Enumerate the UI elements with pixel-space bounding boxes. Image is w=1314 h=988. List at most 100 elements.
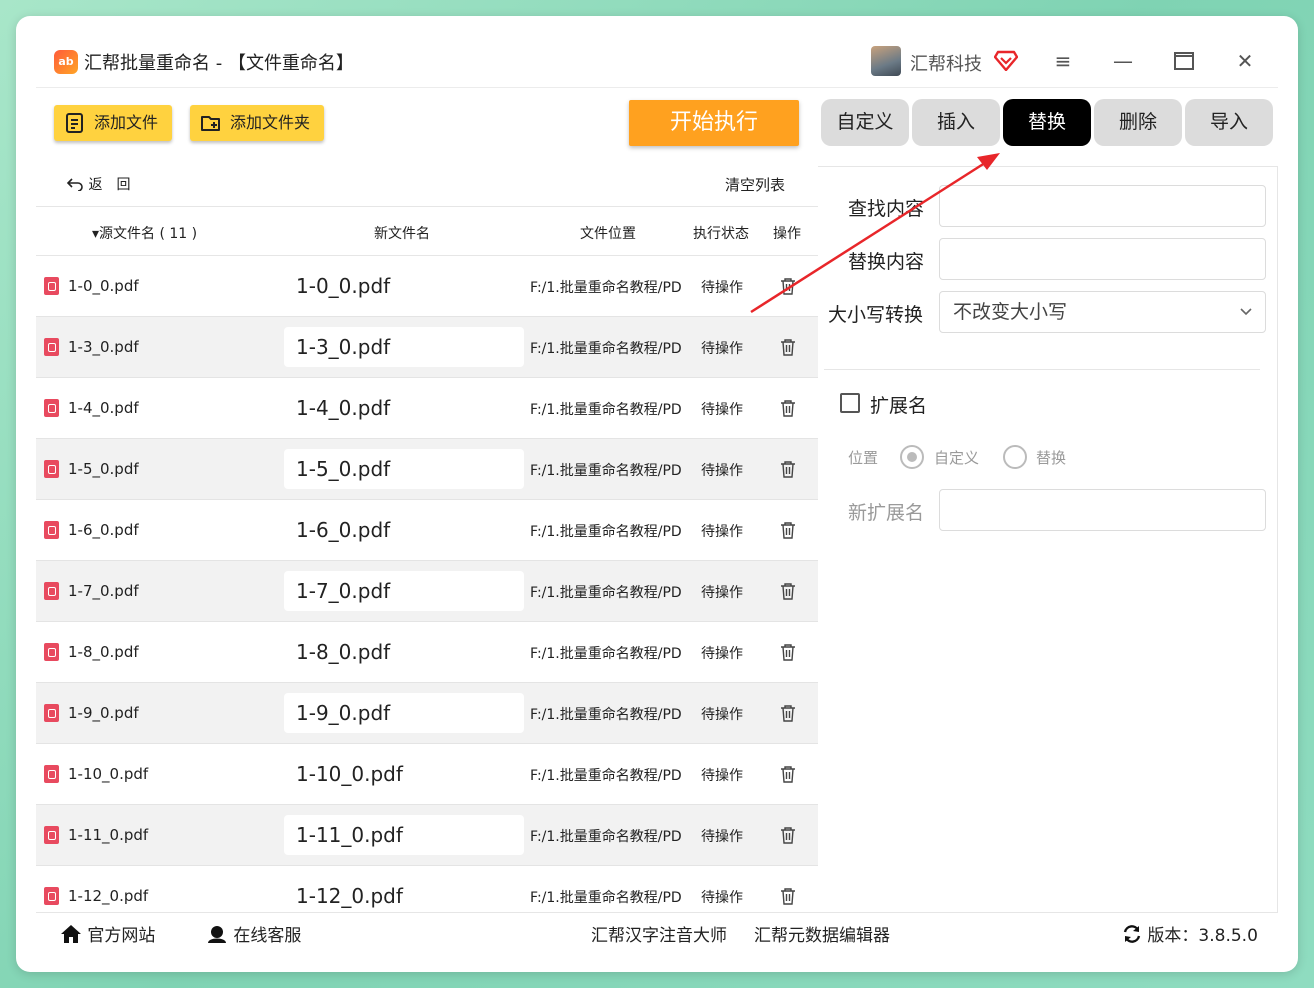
table-row[interactable]: 1-8_0.pdf 1-8_0.pdf F:/1.批量重命名教程/PD 待操作 xyxy=(36,622,818,683)
tab-custom[interactable]: 自定义 xyxy=(821,99,909,146)
source-filename: 1-5_0.pdf xyxy=(68,460,139,478)
clear-list-button[interactable]: 清空列表 xyxy=(725,174,785,195)
add-folder-button[interactable]: 添加文件夹 xyxy=(190,105,324,141)
file-location: F:/1.批量重命名教程/PD xyxy=(530,341,682,357)
execution-status: 待操作 xyxy=(701,890,743,906)
user-name[interactable]: 汇帮科技 xyxy=(910,50,982,76)
file-location: F:/1.批量重命名教程/PD xyxy=(530,524,682,540)
add-folder-icon xyxy=(201,116,220,131)
find-input[interactable] xyxy=(939,185,1266,227)
new-filename[interactable]: 1-9_0.pdf xyxy=(284,693,524,733)
online-service-link[interactable]: 在线客服 xyxy=(206,921,301,946)
version-label: 版本：3.8.5.0 xyxy=(1147,926,1258,946)
source-filename: 1-6_0.pdf xyxy=(68,521,139,539)
table-row[interactable]: 1-9_0.pdf 1-9_0.pdf F:/1.批量重命名教程/PD 待操作 xyxy=(36,683,818,744)
new-filename[interactable]: 1-6_0.pdf xyxy=(284,510,524,550)
extension-checkbox[interactable] xyxy=(840,393,860,413)
source-filename: 1-12_0.pdf xyxy=(68,887,149,905)
vip-diamond-icon[interactable] xyxy=(994,49,1018,71)
tab-delete[interactable]: 删除 xyxy=(1094,99,1182,146)
minimize-icon[interactable]: — xyxy=(1107,46,1139,76)
replace-input[interactable] xyxy=(939,238,1266,280)
trash-icon[interactable] xyxy=(780,887,796,905)
trash-icon[interactable] xyxy=(780,704,796,722)
back-button[interactable]: 返 回 xyxy=(66,174,130,194)
table-row[interactable]: 1-12_0.pdf 1-12_0.pdf F:/1.批量重命名教程/PD 待操作 xyxy=(36,866,818,912)
trash-icon[interactable] xyxy=(780,643,796,661)
trash-icon[interactable] xyxy=(780,765,796,783)
new-filename[interactable]: 1-7_0.pdf xyxy=(284,571,524,611)
table-row[interactable]: 1-6_0.pdf 1-6_0.pdf F:/1.批量重命名教程/PD 待操作 xyxy=(36,500,818,561)
new-filename[interactable]: 1-4_0.pdf xyxy=(284,388,524,428)
file-list: ▾源文件名 ( 11 ) 新文件名 文件位置 执行状态 操作 1-0_0.pdf… xyxy=(36,206,818,912)
trash-icon[interactable] xyxy=(780,399,796,417)
new-filename[interactable]: 1-0_0.pdf xyxy=(284,266,524,306)
new-filename[interactable]: 1-11_0.pdf xyxy=(284,815,524,855)
maximize-icon[interactable] xyxy=(1168,46,1200,76)
pdf-file-icon xyxy=(44,338,59,356)
pinyin-tool-link[interactable]: 汇帮汉字注音大师 xyxy=(591,921,727,946)
position-label: 位置 xyxy=(848,449,879,467)
execution-status: 待操作 xyxy=(701,707,743,723)
start-execute-button[interactable]: 开始执行 xyxy=(629,100,799,146)
file-location: F:/1.批量重命名教程/PD xyxy=(530,707,682,723)
app-logo-icon: ab xyxy=(54,50,78,74)
new-filename[interactable]: 1-10_0.pdf xyxy=(284,754,524,794)
table-row[interactable]: 1-0_0.pdf 1-0_0.pdf F:/1.批量重命名教程/PD 待操作 xyxy=(36,256,818,317)
table-row[interactable]: 1-7_0.pdf 1-7_0.pdf F:/1.批量重命名教程/PD 待操作 xyxy=(36,561,818,622)
file-location: F:/1.批量重命名教程/PD xyxy=(530,646,682,662)
source-filename: 1-7_0.pdf xyxy=(68,582,139,600)
source-filename: 1-3_0.pdf xyxy=(68,338,139,356)
trash-icon[interactable] xyxy=(780,582,796,600)
radio-replace[interactable] xyxy=(1003,445,1027,469)
add-file-label: 添加文件 xyxy=(94,113,159,132)
status-bar: 官方网站 在线客服 汇帮汉字注音大师 汇帮元数据编辑器 版本：3.8.5.0 xyxy=(36,912,1278,952)
window-title: 汇帮批量重命名 - 【文件重命名】 xyxy=(84,53,354,74)
source-filename: 1-10_0.pdf xyxy=(68,765,149,783)
trash-icon[interactable] xyxy=(780,277,796,295)
new-filename[interactable]: 1-12_0.pdf xyxy=(284,876,524,912)
user-avatar[interactable] xyxy=(871,46,901,76)
source-filename: 1-0_0.pdf xyxy=(68,277,139,295)
file-location: F:/1.批量重命名教程/PD xyxy=(530,890,682,906)
close-icon[interactable]: ✕ xyxy=(1229,46,1261,76)
trash-icon[interactable] xyxy=(780,338,796,356)
table-row[interactable]: 1-10_0.pdf 1-10_0.pdf F:/1.批量重命名教程/PD 待操作 xyxy=(36,744,818,805)
tab-replace[interactable]: 替换 xyxy=(1003,99,1091,146)
execution-status: 待操作 xyxy=(701,341,743,357)
trash-icon[interactable] xyxy=(780,460,796,478)
table-row[interactable]: 1-5_0.pdf 1-5_0.pdf F:/1.批量重命名教程/PD 待操作 xyxy=(36,439,818,500)
trash-icon[interactable] xyxy=(780,521,796,539)
pdf-file-icon xyxy=(44,460,59,478)
pdf-file-icon xyxy=(44,582,59,600)
file-location: F:/1.批量重命名教程/PD xyxy=(530,829,682,845)
new-filename[interactable]: 1-3_0.pdf xyxy=(284,327,524,367)
tab-import[interactable]: 导入 xyxy=(1185,99,1273,146)
table-row[interactable]: 1-3_0.pdf 1-3_0.pdf F:/1.批量重命名教程/PD 待操作 xyxy=(36,317,818,378)
replace-label: 替换内容 xyxy=(848,251,925,273)
pdf-file-icon xyxy=(44,704,59,722)
source-filename: 1-9_0.pdf xyxy=(68,704,139,722)
table-row[interactable]: 1-4_0.pdf 1-4_0.pdf F:/1.批量重命名教程/PD 待操作 xyxy=(36,378,818,439)
new-filename[interactable]: 1-5_0.pdf xyxy=(284,449,524,489)
add-file-button[interactable]: 添加文件 xyxy=(54,105,172,141)
execution-status: 待操作 xyxy=(701,585,743,601)
new-filename[interactable]: 1-8_0.pdf xyxy=(284,632,524,672)
case-label: 大小写转换 xyxy=(828,304,924,326)
online-service-label: 在线客服 xyxy=(233,926,302,946)
radio-replace-label: 替换 xyxy=(1036,449,1067,467)
official-site-link[interactable]: 官方网站 xyxy=(60,921,155,946)
version-info[interactable]: 版本：3.8.5.0 xyxy=(1122,921,1258,946)
header-source[interactable]: ▾源文件名 ( 11 ) xyxy=(92,223,197,243)
new-extension-input[interactable] xyxy=(939,489,1266,531)
case-select[interactable]: 不改变大小写 xyxy=(939,291,1266,333)
execution-status: 待操作 xyxy=(701,829,743,845)
tab-insert[interactable]: 插入 xyxy=(912,99,1000,146)
metadata-editor-link[interactable]: 汇帮元数据编辑器 xyxy=(754,921,890,946)
section-divider xyxy=(824,369,1260,370)
radio-custom[interactable] xyxy=(900,445,924,469)
trash-icon[interactable] xyxy=(780,826,796,844)
menu-icon[interactable]: ≡ xyxy=(1047,46,1079,76)
back-arrow-icon xyxy=(66,178,83,192)
table-row[interactable]: 1-11_0.pdf 1-11_0.pdf F:/1.批量重命名教程/PD 待操作 xyxy=(36,805,818,866)
